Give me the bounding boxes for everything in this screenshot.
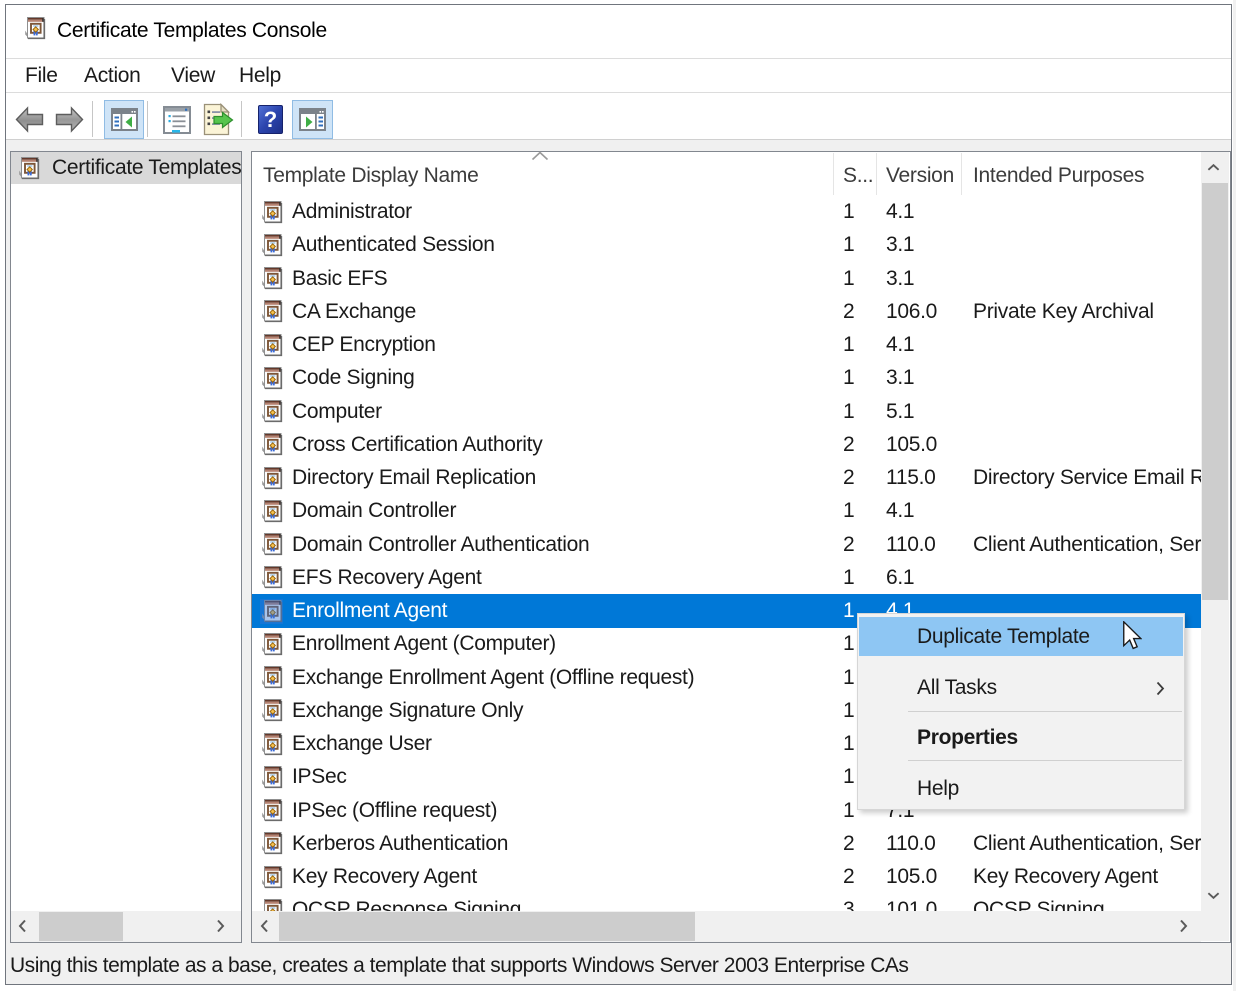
svg-text:?: ? <box>264 107 277 132</box>
